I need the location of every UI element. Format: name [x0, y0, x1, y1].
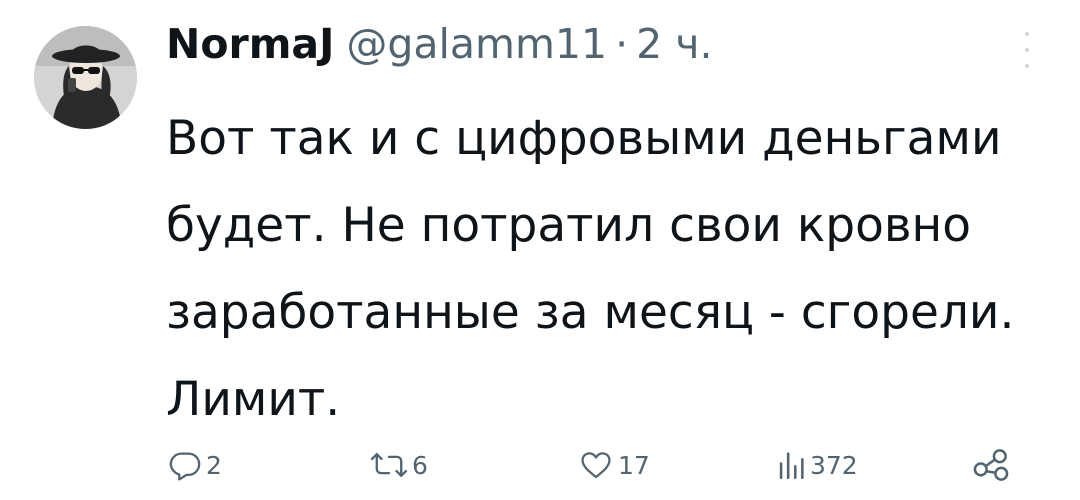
- reply-icon: [169, 452, 201, 481]
- views-button[interactable]: 372: [776, 430, 858, 500]
- avatar-image: [34, 26, 137, 129]
- tweet-header: NormaJ @galamm11 · 2 ч.: [166, 20, 713, 90]
- retweet-count: 6: [412, 450, 428, 480]
- heart-icon: [581, 452, 611, 479]
- share-icon: [973, 449, 1009, 481]
- share-button[interactable]: [972, 430, 1010, 500]
- tweet-text: Вот так и с цифровыми деньгами будет. Не…: [166, 111, 1015, 427]
- action-bar: 2 6 17 372: [0, 430, 1080, 500]
- author-handle[interactable]: @galamm11: [346, 20, 607, 68]
- views-bars-icon: [779, 452, 804, 480]
- retweet-icon: [370, 452, 408, 478]
- retweet-button[interactable]: 6: [370, 430, 428, 500]
- like-button[interactable]: 17: [578, 430, 650, 500]
- timestamp[interactable]: 2 ч.: [636, 20, 712, 68]
- views-count: 372: [810, 450, 858, 480]
- author-name[interactable]: NormaJ: [166, 20, 334, 68]
- more-dots-icon[interactable]: [1020, 32, 1034, 68]
- like-count: 17: [618, 450, 650, 480]
- separator-dot: ·: [615, 20, 629, 68]
- reply-count: 2: [206, 450, 222, 480]
- avatar[interactable]: [34, 26, 137, 129]
- reply-button[interactable]: 2: [168, 430, 222, 500]
